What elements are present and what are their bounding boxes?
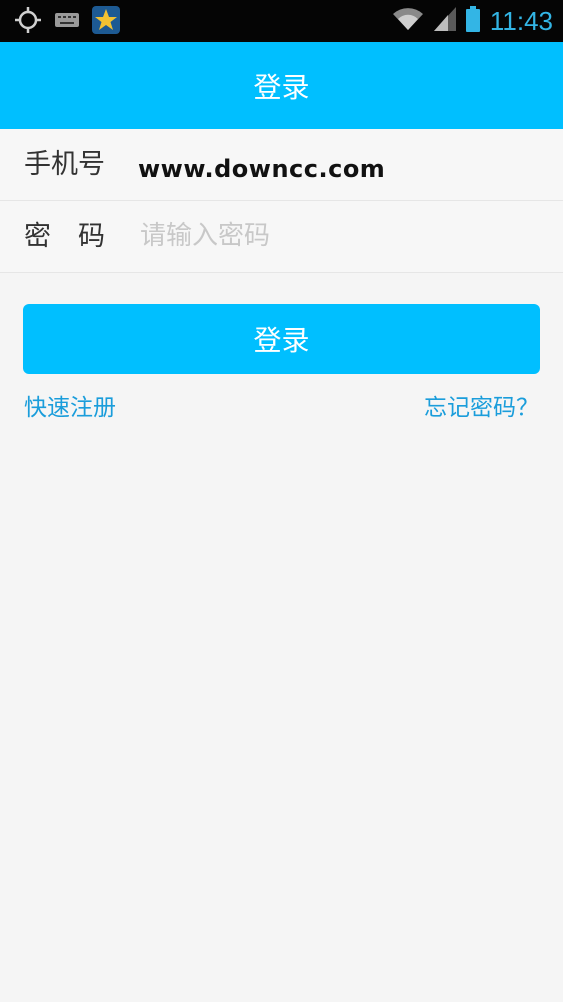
battery-icon (465, 6, 480, 36)
password-row[interactable]: 密 码 请输入密码 (0, 201, 563, 273)
star-app-icon (92, 6, 120, 38)
register-link[interactable]: 快速注册 (24, 390, 116, 426)
password-label: 密 码 (24, 221, 105, 252)
phone-row[interactable]: 手机号 www.downcc.com (0, 129, 563, 201)
phone-label: 手机号 (24, 149, 105, 180)
keyboard-icon (54, 11, 80, 33)
page-title: 登录 (253, 70, 310, 104)
phone-input[interactable]: www.downcc.com (138, 143, 385, 195)
login-form: 手机号 www.downcc.com 密 码 请输入密码 (0, 129, 563, 273)
app-bar: 登录 (0, 42, 563, 129)
signal-icon (433, 7, 456, 35)
status-bar: 11:43 (0, 0, 563, 42)
wifi-icon (392, 6, 424, 36)
forgot-password-link[interactable]: 忘记密码？ (424, 390, 539, 426)
password-input[interactable]: 请输入密码 (140, 201, 270, 272)
clock: 11:43 (489, 6, 553, 36)
login-button[interactable]: 登录 (23, 304, 540, 374)
gps-icon (14, 6, 42, 38)
